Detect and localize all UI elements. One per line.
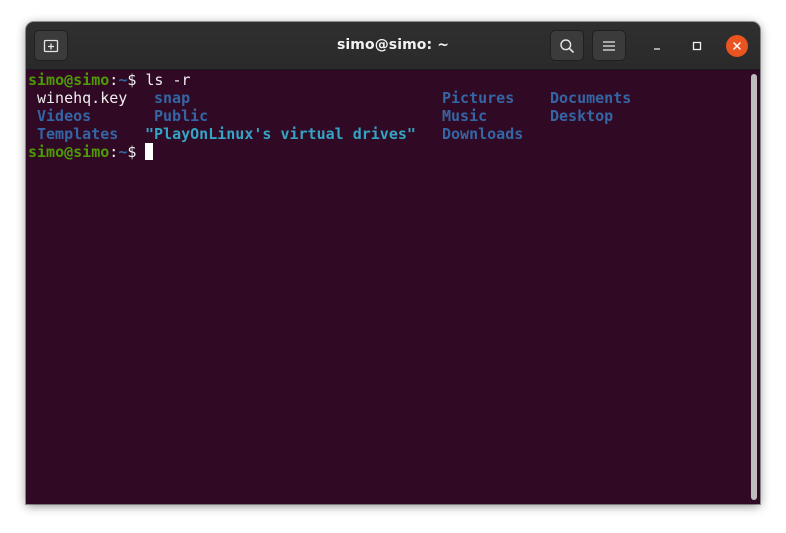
minimize-button[interactable] — [646, 35, 668, 57]
dir-entry: "PlayOnLinux's virtual drives" — [145, 125, 416, 143]
ls-output-row: Templates "PlayOnLinux's virtual drives"… — [28, 125, 523, 143]
title-bar: simo@simo: ~ — [26, 22, 760, 70]
ls-output-row: Videos Public Music Desktop — [28, 107, 613, 125]
scrollbar[interactable] — [751, 74, 757, 500]
dir-entry: Music — [442, 107, 488, 125]
maximize-button[interactable] — [686, 35, 708, 57]
search-icon — [560, 38, 574, 53]
terminal-output: simo@simo:~$ ls -r winehq.key snap Pictu… — [28, 71, 631, 161]
dir-entry: snap — [154, 89, 191, 107]
dir-entry: Templates — [37, 125, 119, 143]
command-text: ls -r — [145, 71, 191, 89]
menu-button[interactable] — [592, 30, 626, 61]
minimize-icon — [654, 48, 660, 50]
file-entry: winehq.key — [37, 89, 128, 107]
dir-entry: Pictures — [442, 89, 515, 107]
hamburger-menu-icon — [603, 40, 615, 51]
terminal-area[interactable]: simo@simo:~$ ls -r winehq.key snap Pictu… — [26, 70, 760, 504]
prompt-line: simo@simo:~$ — [28, 143, 191, 161]
prompt-path: ~ — [118, 143, 128, 161]
dir-entry: Documents — [550, 89, 632, 107]
maximize-icon — [692, 41, 702, 51]
text-cursor — [145, 143, 154, 160]
prompt-user-host: simo@simo — [28, 143, 110, 161]
prompt-separator: : — [109, 71, 119, 89]
dir-entry: Public — [154, 107, 209, 125]
close-button[interactable] — [726, 35, 748, 57]
dir-entry: Desktop — [550, 107, 614, 125]
prompt-user-host: simo@simo — [28, 71, 110, 89]
search-button[interactable] — [550, 30, 584, 61]
prompt-path: ~ — [118, 71, 128, 89]
prompt-separator: : — [109, 143, 119, 161]
ls-output-row: winehq.key snap Pictures Documents — [28, 89, 631, 107]
terminal-window: simo@simo: ~ simo@simo:~$ ls -r winehq.k… — [26, 22, 760, 504]
dir-entry: Downloads — [442, 125, 524, 143]
close-icon — [733, 42, 741, 50]
prompt-line: simo@simo:~$ ls -r — [28, 71, 191, 89]
dir-entry: Videos — [37, 107, 92, 125]
